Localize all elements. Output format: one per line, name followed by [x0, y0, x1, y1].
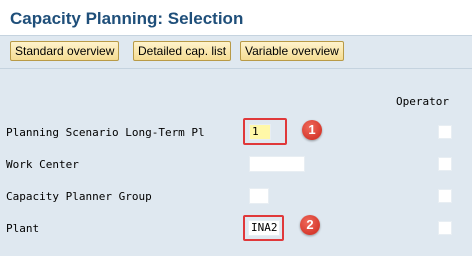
title-bar: Capacity Planning: Selection	[0, 0, 472, 36]
plant-label: Plant	[6, 222, 40, 235]
standard-overview-button[interactable]: Standard overview	[10, 41, 120, 61]
capacity-planning-window: Capacity Planning: Selection Standard ov…	[0, 0, 472, 256]
plant-highlight-box	[243, 215, 284, 241]
capacity-planner-group-label: Capacity Planner Group	[6, 190, 152, 203]
application-toolbar: Standard overview Detailed cap. list Var…	[0, 36, 472, 68]
step-1-badge: 1	[302, 120, 322, 140]
step-2-badge: 2	[300, 215, 320, 235]
operator-column-header: Operator	[396, 95, 449, 108]
selection-form: Operator Planning Scenario Long-Term Pl …	[0, 69, 472, 256]
work-center-label: Work Center	[6, 158, 79, 171]
detailed-cap-list-button[interactable]: Detailed cap. list	[133, 41, 232, 61]
page-title: Capacity Planning: Selection	[10, 9, 244, 28]
capacity-planner-group-field[interactable]	[249, 188, 269, 204]
work-center-field[interactable]	[249, 156, 305, 172]
planning-scenario-operator-field[interactable]	[438, 125, 452, 139]
variable-overview-button[interactable]: Variable overview	[240, 41, 344, 61]
planning-scenario-highlight-box	[243, 118, 287, 145]
capacity-planner-group-operator-field[interactable]	[438, 189, 452, 203]
plant-operator-field[interactable]	[438, 221, 452, 235]
work-center-operator-field[interactable]	[438, 157, 452, 171]
planning-scenario-label: Planning Scenario Long-Term Pl	[6, 126, 205, 139]
